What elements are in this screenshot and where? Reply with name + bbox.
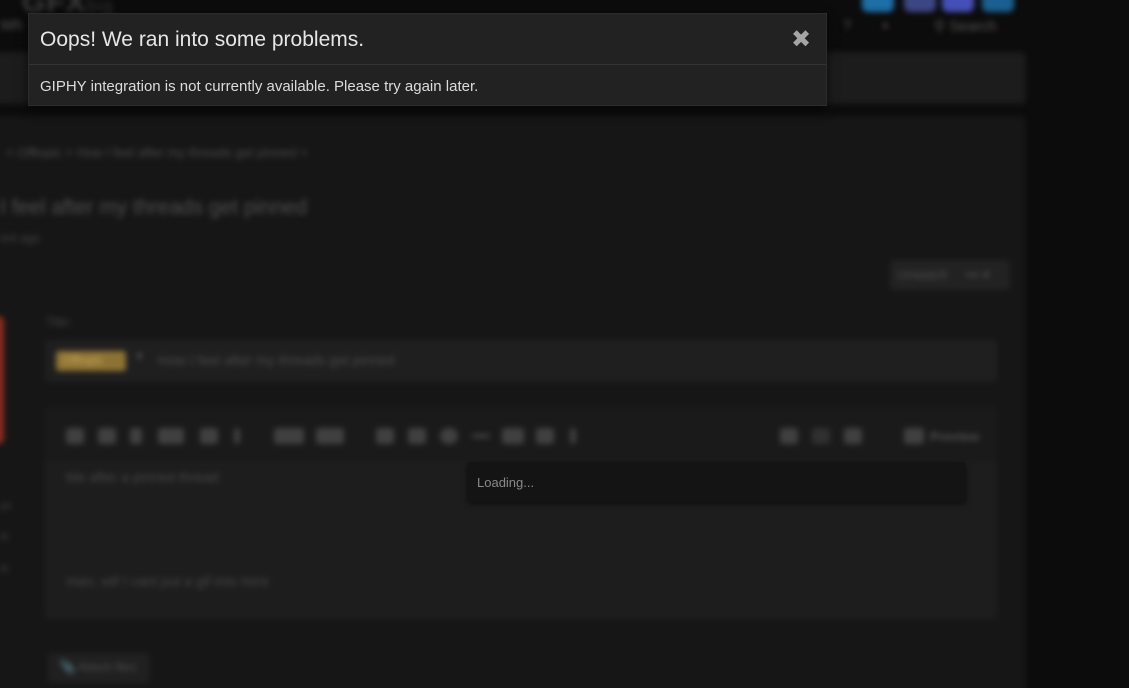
undo-icon[interactable] — [780, 428, 798, 444]
editor-line: Me after a pinned thread — [66, 469, 219, 485]
search-icon: ⚲ — [934, 18, 945, 35]
media-icon[interactable] — [502, 428, 524, 444]
unwatch-button[interactable]: Unwatch ••• ▾ — [897, 267, 989, 283]
screen: GFXbig Wh ? ◐ ⚲ Search < Offtopic > How … — [0, 0, 1129, 688]
toggle-bbcode-icon[interactable] — [844, 428, 862, 444]
attach-files-label: 📎 Attach files — [60, 660, 137, 674]
chevron-down-icon[interactable]: ▼ — [134, 351, 145, 363]
align-icon[interactable] — [316, 428, 344, 444]
facebook-icon[interactable] — [904, 0, 936, 12]
image-icon[interactable] — [408, 428, 426, 444]
theme-toggle-icon[interactable]: ◐ — [882, 17, 891, 34]
sidebar-snippet: ys — [0, 500, 11, 512]
discord-icon[interactable] — [942, 0, 974, 12]
bold-icon[interactable] — [98, 428, 116, 444]
breadcrumb[interactable]: < Offtopic > How I feel after my threads… — [6, 145, 307, 160]
list-icon[interactable] — [274, 428, 304, 444]
sidebar-snippet: ts — [0, 531, 9, 543]
link-icon[interactable] — [376, 428, 394, 444]
question-icon[interactable]: ? — [843, 17, 851, 34]
emoji-icon[interactable] — [440, 428, 458, 444]
overlay-header: Oops! We ran into some problems. ✖ — [29, 14, 826, 65]
more-text-options-icon[interactable] — [158, 428, 184, 444]
more-icon[interactable] — [570, 428, 576, 444]
page-title: I feel after my threads get pinned — [0, 196, 308, 219]
italic-icon[interactable] — [130, 428, 142, 444]
more-icon[interactable] — [234, 428, 240, 444]
search-button[interactable]: ⚲ Search — [934, 17, 997, 35]
color-icon[interactable] — [200, 428, 218, 444]
avatar — [0, 316, 4, 444]
title-field-label: Title: — [46, 315, 72, 329]
prefix-badge[interactable]: Offtopic — [56, 351, 126, 371]
linkedin-icon[interactable] — [982, 0, 1014, 12]
preview-icon[interactable] — [904, 428, 924, 444]
sidebar-snippet: ts — [0, 563, 9, 575]
twitter-icon[interactable] — [862, 0, 894, 12]
clear-format-icon[interactable] — [66, 428, 84, 444]
title-input-value: How I feel after my threads get pinned — [158, 352, 395, 368]
preview-button[interactable]: Preview — [930, 429, 979, 444]
quote-icon[interactable] — [536, 428, 554, 444]
overlay-title: Oops! We ran into some problems. — [40, 28, 365, 51]
thread-meta: ent ago — [0, 231, 41, 245]
redo-icon[interactable] — [812, 428, 830, 444]
giphy-dropdown: Loading... — [467, 462, 966, 502]
more-menu-button[interactable]: ••• ▾ — [966, 267, 990, 282]
close-icon[interactable]: ✖ — [787, 25, 815, 53]
horizontal-line-icon[interactable] — [472, 434, 490, 438]
attach-icon: 📎 — [60, 660, 75, 674]
loading-text: Loading... — [477, 475, 535, 490]
error-message: GIPHY integration is not currently avail… — [40, 78, 479, 95]
error-overlay: Oops! We ran into some problems. ✖ GIPHY… — [28, 13, 827, 106]
editor-line: man, wtf I cant put a gif into here — [66, 573, 270, 589]
nav-item-whats-new[interactable]: Wh — [0, 17, 23, 34]
